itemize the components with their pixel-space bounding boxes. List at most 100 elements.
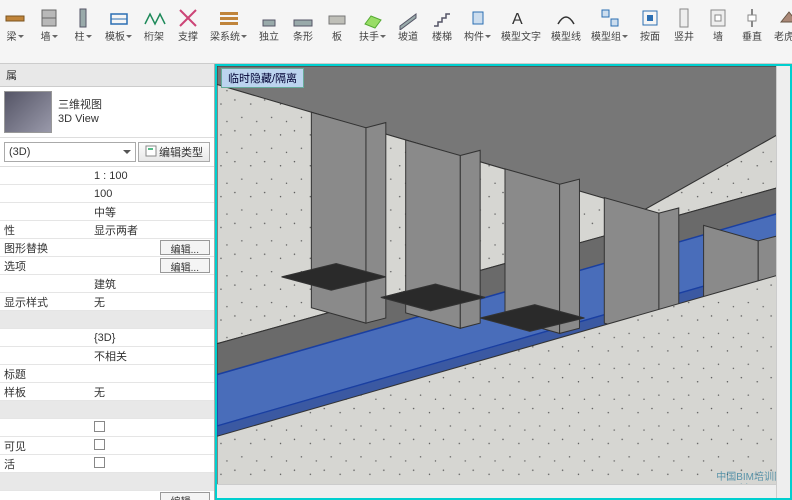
ribbon-扶手-button[interactable]: 扶手 xyxy=(356,4,389,45)
combo-value: (3D) xyxy=(9,146,30,158)
ribbon-label: 模板 xyxy=(105,32,132,43)
property-value[interactable] xyxy=(90,439,214,453)
properties-tab[interactable]: 属 xyxy=(0,64,214,87)
ribbon-条形-button[interactable]: 条形 xyxy=(288,4,318,45)
ribbon-label: 老虎窗 xyxy=(774,32,792,43)
checkbox[interactable] xyxy=(94,421,105,432)
ribbon-桁架-button[interactable]: 桁架 xyxy=(139,4,169,45)
ribbon-模型组-button[interactable]: 模型组 xyxy=(588,4,631,45)
ribbon-label: 竖井 xyxy=(674,32,694,43)
property-value[interactable]: 1 : 100 xyxy=(90,170,214,182)
ribbon-label: 柱 xyxy=(75,32,92,43)
property-row[interactable] xyxy=(0,401,214,419)
ribbon-板-button[interactable]: 板 xyxy=(322,4,352,45)
ribbon-梁系统-button[interactable]: 梁系统 xyxy=(207,4,250,45)
property-row[interactable]: 性显示两者 xyxy=(0,221,214,239)
ribbon-楼梯-button[interactable]: 楼梯 xyxy=(427,4,457,45)
ribbon-label: 模型线 xyxy=(551,32,581,43)
ribbon-构件-button[interactable]: 构件 xyxy=(461,4,494,45)
property-row[interactable]: 可见 xyxy=(0,437,214,455)
property-row[interactable]: 图形替换编辑... xyxy=(0,239,214,257)
ribbon-柱-button[interactable]: 柱 xyxy=(68,4,98,45)
ribbon-icon xyxy=(672,6,696,30)
property-label: 可见 xyxy=(0,438,90,454)
property-value[interactable]: 显示两者 xyxy=(90,222,214,238)
ribbon-icon xyxy=(777,6,792,30)
edit-button[interactable]: 编辑... xyxy=(160,240,210,255)
ribbon-icon xyxy=(3,6,27,30)
edit-button[interactable]: 编辑... xyxy=(160,258,210,273)
type-name-line2: 3D View xyxy=(58,112,210,126)
viewport-scrollbar-vertical[interactable] xyxy=(776,66,790,498)
property-row[interactable]: 编辑... xyxy=(0,491,214,500)
ribbon-icon xyxy=(291,6,315,30)
property-value[interactable]: 编辑... xyxy=(90,240,214,255)
ribbon-icon xyxy=(325,6,349,30)
checkbox[interactable] xyxy=(94,457,105,468)
property-value[interactable]: 无 xyxy=(90,294,214,310)
property-row[interactable] xyxy=(0,311,214,329)
property-label: 样板 xyxy=(0,384,90,400)
ribbon-支撑-button[interactable]: 支撑 xyxy=(173,4,203,45)
temporary-hide-isolate-badge[interactable]: 临时隐藏/隔离 xyxy=(221,68,304,88)
ribbon-icon xyxy=(176,6,200,30)
ribbon-梁-button[interactable]: 梁 xyxy=(0,4,30,45)
ribbon-模板-button[interactable]: 模板 xyxy=(102,4,135,45)
ribbon-label: 垂直 xyxy=(742,32,762,43)
property-value[interactable]: 建筑 xyxy=(90,276,214,292)
property-row[interactable]: 100 xyxy=(0,185,214,203)
ribbon-模型线-button[interactable]: 模型线 xyxy=(548,4,584,45)
ribbon-icon xyxy=(706,6,730,30)
ribbon-icon xyxy=(257,6,281,30)
property-value[interactable]: 编辑... xyxy=(90,258,214,273)
properties-grid[interactable]: 1 : 100 100 中等性显示两者图形替换编辑...选项编辑...建筑显示样式无… xyxy=(0,167,214,500)
property-row[interactable] xyxy=(0,419,214,437)
chevron-down-icon xyxy=(123,150,131,154)
edit-type-icon xyxy=(145,145,157,160)
property-value[interactable]: 中等 xyxy=(90,204,214,220)
property-row[interactable]: 选项编辑... xyxy=(0,257,214,275)
checkbox[interactable] xyxy=(94,439,105,450)
edit-button[interactable]: 编辑... xyxy=(160,492,210,500)
ribbon-icon xyxy=(361,6,385,30)
type-selector[interactable]: 三维视图 3D View xyxy=(0,87,214,138)
property-row[interactable]: 1 : 100 xyxy=(0,167,214,185)
property-row[interactable]: {3D} xyxy=(0,329,214,347)
property-row[interactable] xyxy=(0,473,214,491)
type-name: 三维视图 3D View xyxy=(58,98,210,126)
ribbon-icon xyxy=(107,6,131,30)
property-value[interactable] xyxy=(90,421,214,435)
edit-type-label: 编辑类型 xyxy=(159,144,203,160)
instance-filter-combo[interactable]: (3D) xyxy=(4,142,136,162)
edit-type-button[interactable]: 编辑类型 xyxy=(138,142,210,162)
ribbon-按面-button[interactable]: 按面 xyxy=(635,4,665,45)
ribbon-toolbar: 梁墙柱模板桁架支撑梁系统独立条形板扶手坡道楼梯构件A模型文字模型线模型组按面竖井… xyxy=(0,0,792,64)
property-value[interactable] xyxy=(90,457,214,471)
property-row[interactable]: 显示样式无 xyxy=(0,293,214,311)
ribbon-模型文字-button[interactable]: A模型文字 xyxy=(498,4,544,45)
main-area: 属 三维视图 3D View (3D) 编辑类型 1 : 100 100 中等性显示… xyxy=(0,64,792,500)
property-row[interactable]: 建筑 xyxy=(0,275,214,293)
ribbon-墙-button[interactable]: 墙 xyxy=(34,4,64,45)
ribbon-垂直-button[interactable]: 垂直 xyxy=(737,4,767,45)
ribbon-墙-button[interactable]: 墙 xyxy=(703,4,733,45)
property-value[interactable]: {3D} xyxy=(90,332,214,344)
ribbon-icon xyxy=(37,6,61,30)
ribbon-label: 墙 xyxy=(41,32,58,43)
property-row[interactable]: 样板无 xyxy=(0,383,214,401)
property-value[interactable]: 无 xyxy=(90,384,214,400)
ribbon-坡道-button[interactable]: 坡道 xyxy=(393,4,423,45)
viewport-scrollbar-horizontal[interactable] xyxy=(217,484,776,498)
property-row[interactable]: 活 xyxy=(0,455,214,473)
3d-viewport[interactable]: 临时隐藏/隔离 xyxy=(215,64,792,500)
ribbon-老虎窗-button[interactable]: 老虎窗 xyxy=(771,4,792,45)
property-value[interactable]: 100 xyxy=(90,188,214,200)
property-row[interactable]: 标题 xyxy=(0,365,214,383)
property-value[interactable]: 不相关 xyxy=(90,348,214,364)
property-value[interactable]: 编辑... xyxy=(90,492,214,500)
property-row[interactable]: 不相关 xyxy=(0,347,214,365)
ribbon-竖井-button[interactable]: 竖井 xyxy=(669,4,699,45)
ribbon-label: 独立 xyxy=(259,32,279,43)
property-row[interactable]: 中等 xyxy=(0,203,214,221)
ribbon-独立-button[interactable]: 独立 xyxy=(254,4,284,45)
